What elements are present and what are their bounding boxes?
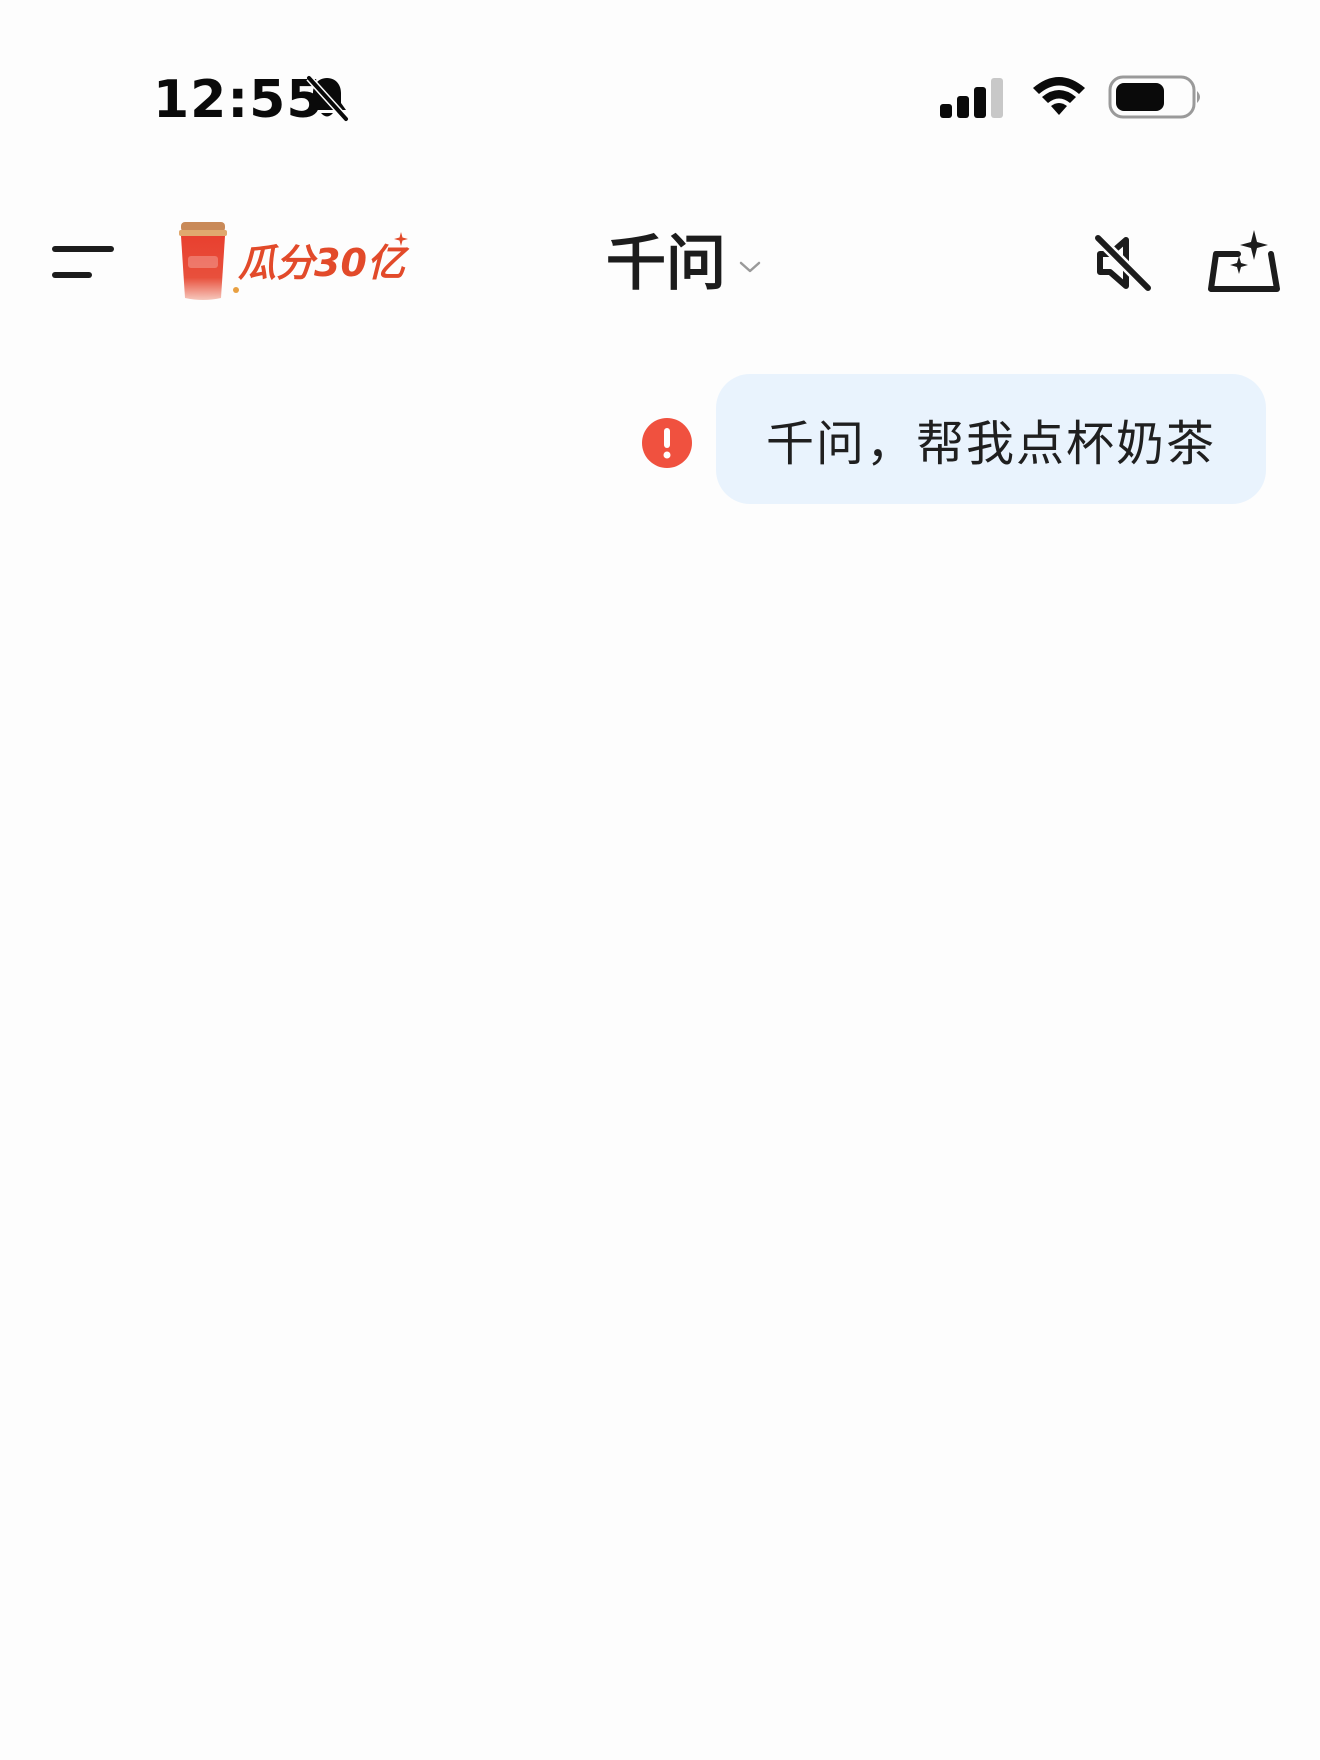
signal-icon [940, 78, 1003, 118]
page-title: 千问 [606, 229, 726, 299]
speaker-muted-icon[interactable] [1092, 232, 1154, 294]
promo-text: 瓜分30亿 [238, 241, 405, 285]
top-nav-bar: 瓜分30亿 千问 [0, 200, 1320, 330]
status-bar: 12:55 [0, 0, 1320, 150]
bell-slash-icon [306, 75, 349, 122]
new-chat-sparkle-icon[interactable] [1208, 226, 1280, 294]
chevron-down-icon [739, 261, 761, 273]
status-time: 12:55 [153, 70, 324, 130]
user-message-bubble[interactable]: 千问，帮我点杯奶茶 [716, 374, 1266, 504]
user-message-text: 千问，帮我点杯奶茶 [765, 416, 1216, 472]
sparkle-dot-icon [233, 287, 239, 293]
assistant-title-dropdown[interactable]: 千问 [606, 224, 762, 304]
wifi-icon [1033, 77, 1085, 115]
error-exclamation-icon[interactable] [642, 418, 692, 468]
app-screen: 12:55 瓜分30亿 千问 千问，帮我点杯奶茶 [0, 0, 1320, 1760]
sparkle-icon [394, 232, 408, 246]
promo-banner[interactable]: 瓜分30亿 [176, 220, 408, 304]
milk-tea-cup-icon [179, 222, 227, 300]
battery-icon [1108, 75, 1200, 119]
menu-icon[interactable] [52, 242, 114, 282]
